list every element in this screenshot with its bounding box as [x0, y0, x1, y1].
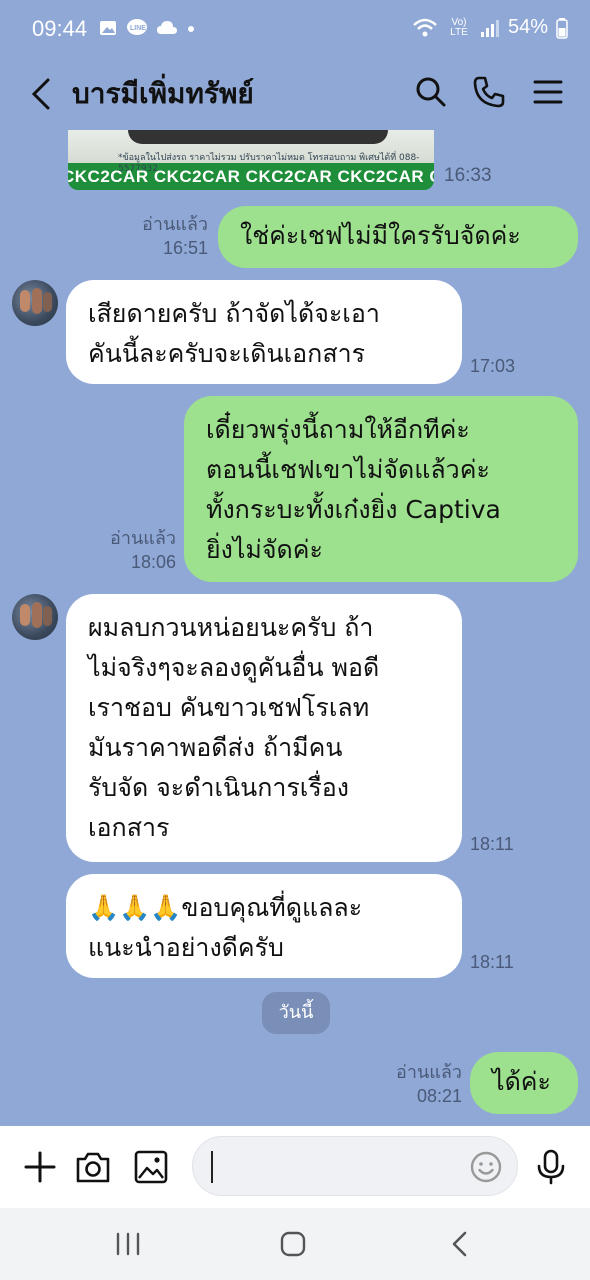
message-line: ทั้งกระบะทั้งเก๋งยิ่ง Captiva [206, 495, 501, 524]
image-watermark: CKC2CAR CKC2CAR CKC2CAR CKC2CAR CKC2CAR … [68, 167, 434, 186]
message-line: ไม่จริงๆจะลองดูคันอื่น พอดี [88, 653, 380, 682]
camera-icon[interactable] [74, 1148, 112, 1186]
text-caret [211, 1151, 213, 1183]
back-icon[interactable] [26, 74, 58, 114]
message-meta: อ่านแล้ว 16:51 [128, 212, 208, 260]
message-line: แนะนำอย่างดีครับ [88, 933, 284, 962]
message-time: 18:11 [470, 834, 514, 854]
signal-icon [480, 19, 499, 37]
incoming-message[interactable]: ผมลบกวนหน่อยนะครับ ถ้า ไม่จริงๆจะลองดูคั… [66, 594, 462, 862]
read-receipt: อ่านแล้ว [142, 214, 208, 234]
system-icons: Vo) LTE 54% [412, 16, 568, 39]
message-text: ใช่ค่ะเชฟไม่มีใครรับจัดค่ะ [240, 221, 521, 250]
volte-label: Vo) LTE [450, 16, 468, 38]
phone-icon[interactable] [471, 74, 507, 110]
message-text: ได้ค่ะ [492, 1067, 551, 1096]
line-notification-icon: LINE [127, 19, 147, 35]
image-message[interactable]: *ข้อมูลในไปส่งรถ ราคาไม่รวม ปรับราคาไม่ห… [68, 130, 434, 190]
mic-icon[interactable] [532, 1148, 570, 1186]
recent-apps-icon[interactable] [108, 1228, 148, 1260]
gallery-notification-icon [100, 21, 116, 35]
message-time: 17:03 [470, 356, 516, 376]
wifi-icon [413, 18, 437, 36]
incoming-message[interactable]: เสียดายครับ ถ้าจัดได้จะเอา คันนี้ละครับจ… [66, 280, 462, 384]
svg-text:LINE: LINE [130, 25, 146, 32]
emoji-icon[interactable] [469, 1150, 503, 1184]
message-input-bar [0, 1126, 590, 1208]
outgoing-message[interactable]: ได้ค่ะ [470, 1052, 578, 1114]
read-receipt: อ่านแล้ว [396, 1062, 462, 1082]
status-bar: 09:44 LINE Vo) LTE 54% [0, 0, 590, 58]
message-line: ผมลบกวนหน่อยนะครับ ถ้า [88, 613, 374, 642]
avatar[interactable] [12, 594, 58, 640]
message-time: 16:33 [444, 165, 492, 186]
message-meta: อ่านแล้ว 18:06 [96, 526, 176, 574]
chat-area[interactable]: *ข้อมูลในไปส่งรถ ราคาไม่รวม ปรับราคาไม่ห… [0, 130, 590, 1126]
message-line: เราชอบ คันขาวเชฟโรเลท [88, 693, 370, 722]
message-time: 08:21 [416, 1086, 462, 1106]
search-icon[interactable] [413, 74, 449, 110]
message-meta: อ่านแล้ว 08:21 [382, 1060, 462, 1108]
cloud-notification-icon [157, 21, 177, 34]
menu-icon[interactable] [530, 74, 566, 110]
date-divider: วันนี้ [262, 992, 330, 1034]
message-line: เอกสาร [88, 813, 170, 842]
message-time: 18:11 [470, 952, 514, 972]
home-icon[interactable] [273, 1228, 313, 1260]
notification-icons: LINE [98, 18, 196, 38]
car-photo-fragment [128, 130, 388, 144]
message-line: เดี๋ยวพรุ่งนี้ถามให้อีกทีค่ะ [206, 415, 470, 444]
message-line: 🙏🙏🙏ขอบคุณที่ดูแลละ [88, 893, 363, 922]
chat-title[interactable]: บารมีเพิ่มทรัพย์ [72, 72, 254, 116]
message-input[interactable] [192, 1136, 518, 1196]
chat-header: บารมีเพิ่มทรัพย์ [0, 58, 590, 130]
avatar[interactable] [12, 280, 58, 326]
message-line: คันนี้ละครับจะเดินเอกสาร [88, 339, 366, 368]
message-time: 16:51 [162, 238, 208, 258]
message-line: รับจัด จะดำเนินการเรื่อง [88, 773, 349, 802]
outgoing-message[interactable]: ใช่ค่ะเชฟไม่มีใครรับจัดค่ะ [218, 206, 578, 268]
read-receipt: อ่านแล้ว [110, 528, 176, 548]
message-line: ยิ่งไม่จัดค่ะ [206, 535, 323, 564]
message-line: เสียดายครับ ถ้าจัดได้จะเอา [88, 299, 380, 328]
message-time: 18:06 [130, 552, 176, 572]
incoming-message[interactable]: 🙏🙏🙏ขอบคุณที่ดูแลละ แนะนำอย่างดีครับ [66, 874, 462, 978]
plus-icon[interactable] [21, 1148, 59, 1186]
battery-percent: 54% [507, 16, 548, 38]
outgoing-message[interactable]: เดี๋ยวพรุ่งนี้ถามให้อีกทีค่ะ ตอนนี้เชฟเข… [184, 396, 578, 582]
message-line: ตอนนี้เชฟเขาไม่จัดแล้วค่ะ [206, 455, 490, 484]
status-time: 09:44 [32, 16, 88, 41]
battery-icon [556, 17, 568, 39]
system-back-icon[interactable] [440, 1228, 480, 1260]
dot-icon [188, 26, 194, 32]
message-line: มันราคาพอดีส่ง ถ้ามีคน [88, 733, 343, 762]
image-icon[interactable] [132, 1148, 170, 1186]
system-navigation-bar [0, 1208, 590, 1280]
